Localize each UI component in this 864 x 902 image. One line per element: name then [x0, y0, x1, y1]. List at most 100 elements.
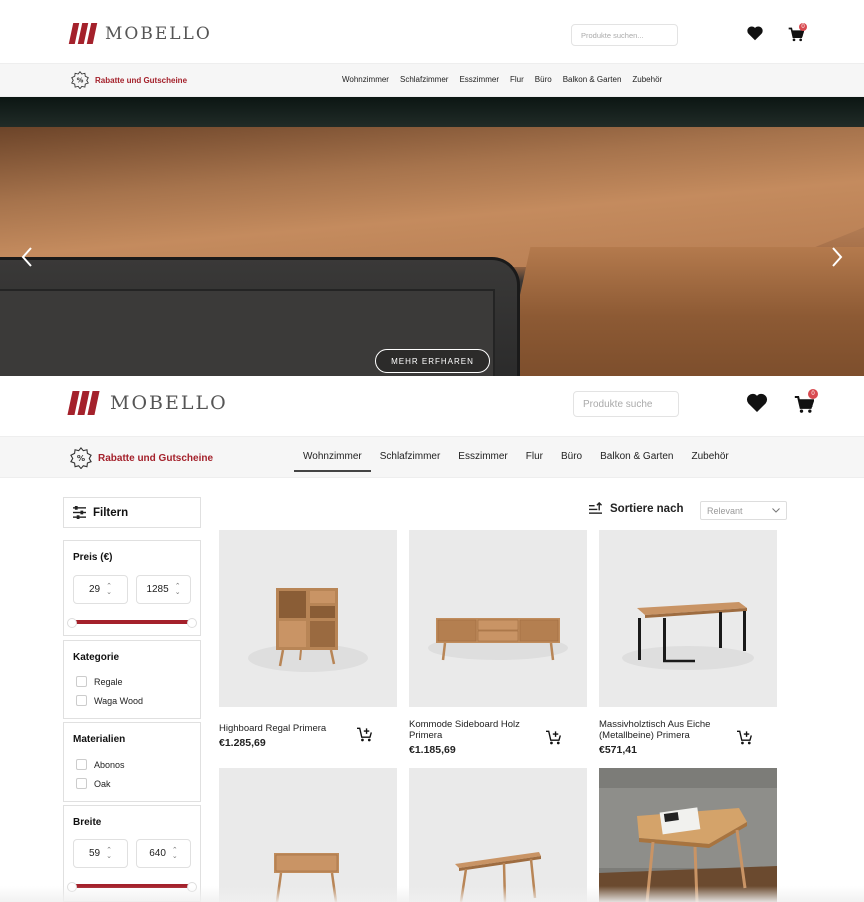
filter-sliders-icon	[73, 506, 86, 519]
product-name[interactable]: Massivholztisch Aus Eiche (Metallbeine) …	[599, 719, 724, 741]
nav-item-balkon-garten[interactable]: Balkon & Garten	[591, 451, 682, 472]
price-filter-label: Preis (€)	[73, 552, 113, 563]
add-to-cart-button[interactable]	[736, 730, 754, 746]
brand-logo-main[interactable]: MOBELLO	[67, 391, 228, 415]
sideboard-illustration	[428, 618, 568, 661]
price-filter: Preis (€) 29 ⌃ ⌄ 1285 ⌃ ⌄	[63, 540, 201, 636]
stepper-icon[interactable]: ⌃ ⌄	[175, 583, 181, 596]
product-image[interactable]	[599, 530, 777, 707]
nav-item-flur[interactable]: Flur	[517, 451, 552, 472]
nav-item-flur[interactable]: Flur	[510, 75, 524, 84]
svg-text:%: %	[77, 77, 84, 85]
price-range-slider[interactable]	[67, 618, 197, 628]
width-min-input[interactable]: 59 ⌃ ⌄	[73, 839, 128, 868]
product-image[interactable]	[409, 530, 587, 707]
category-option-waga-wood[interactable]: Waga Wood	[76, 695, 143, 706]
nav-item-buero[interactable]: Büro	[535, 75, 552, 84]
width-filter-label: Breite	[73, 817, 102, 828]
product-price: €571,41	[599, 744, 637, 756]
cart-count-badge-main: 0	[808, 389, 818, 399]
width-max-value: 640	[149, 848, 166, 859]
brand-name-main: MOBELLO	[110, 392, 228, 414]
product-name[interactable]: Highboard Regal Primera	[219, 723, 349, 734]
top-navbar: % Rabatte und Gutscheine Wohnzimmer Schl…	[0, 63, 864, 97]
product-image[interactable]	[599, 768, 777, 902]
stepper-icon[interactable]: ⌃ ⌄	[106, 583, 112, 596]
price-min-input[interactable]: 29 ⌃ ⌄	[73, 575, 128, 604]
heart-icon	[746, 393, 768, 412]
nav-item-esszimmer[interactable]: Esszimmer	[459, 75, 499, 84]
stepper-icon[interactable]: ⌃ ⌄	[106, 847, 112, 860]
materials-filter: Materialien Abonos Oak	[63, 722, 201, 802]
sort-label: Sortiere nach	[588, 502, 684, 515]
filter-header[interactable]: Filtern	[63, 497, 201, 528]
brand-logo[interactable]: MOBELLO	[68, 23, 212, 44]
desk-illustration	[622, 602, 754, 670]
stepper-icon[interactable]: ⌃ ⌄	[172, 847, 178, 860]
top-nav-links: Wohnzimmer Schlafzimmer Esszimmer Flur B…	[342, 75, 662, 84]
wishlist-button[interactable]	[745, 24, 765, 42]
chevron-right-icon	[832, 247, 843, 267]
hero-wood-side	[500, 247, 864, 376]
nav-item-buero[interactable]: Büro	[552, 451, 591, 472]
product-image[interactable]	[219, 768, 397, 902]
checkbox[interactable]	[76, 759, 87, 770]
promo-link-main[interactable]: % Rabatte und Gutscheine	[70, 447, 213, 469]
nav-item-esszimmer[interactable]: Esszimmer	[449, 451, 516, 472]
svg-text:%: %	[77, 453, 85, 463]
cart-button[interactable]: 0	[787, 23, 807, 43]
cart-button-main[interactable]: 0	[793, 389, 818, 414]
category-option-regale[interactable]: Regale	[76, 676, 123, 687]
add-to-cart-button[interactable]	[356, 727, 374, 743]
chevron-down-icon	[772, 508, 780, 513]
product-name[interactable]: Kommode Sideboard Holz Primera	[409, 719, 539, 741]
search-input-main[interactable]: Produkte suche	[573, 391, 679, 417]
promo-link[interactable]: % Rabatte und Gutscheine	[71, 71, 187, 89]
add-to-cart-button[interactable]	[545, 730, 563, 746]
nav-item-wohnzimmer[interactable]: Wohnzimmer	[342, 75, 389, 84]
product-price: €1.185,69	[409, 744, 456, 756]
brand-name: MOBELLO	[105, 23, 212, 44]
price-min-value: 29	[89, 584, 101, 595]
checkbox[interactable]	[76, 695, 87, 706]
wishlist-button-main[interactable]	[744, 391, 770, 413]
hero-banner: MEHR ERFHAREN	[0, 97, 864, 376]
width-min-value: 59	[89, 848, 101, 859]
category-option-label: Regale	[94, 676, 123, 687]
checkbox[interactable]	[76, 778, 87, 789]
discount-badge-icon: %	[71, 71, 89, 89]
product-price: €1.285,69	[219, 737, 266, 749]
nav-item-schlafzimmer[interactable]: Schlafzimmer	[371, 451, 450, 472]
chevron-left-icon	[21, 247, 32, 267]
nav-item-schlafzimmer[interactable]: Schlafzimmer	[400, 75, 448, 84]
search-placeholder: Produkte suchen...	[581, 30, 644, 40]
price-max-value: 1285	[146, 584, 169, 595]
promo-label-main: Rabatte und Gutscheine	[98, 452, 214, 464]
main-navbar: % Rabatte und Gutscheine Wohnzimmer Schl…	[0, 436, 864, 478]
nav-item-wohnzimmer-active[interactable]: Wohnzimmer	[294, 451, 371, 472]
hero-prev-button[interactable]	[20, 245, 34, 275]
heart-icon	[747, 26, 763, 41]
cart-plus-icon	[737, 730, 752, 745]
material-option-label: Abonos	[94, 759, 125, 770]
sort-selected-value: Relevant	[707, 505, 743, 516]
cart-plus-icon	[357, 727, 372, 742]
cart-plus-icon	[546, 730, 561, 745]
category-option-label: Waga Wood	[94, 695, 144, 706]
nav-item-zubehoer[interactable]: Zubehör	[632, 75, 662, 84]
promo-label: Rabatte und Gutscheine	[95, 75, 188, 85]
search-input[interactable]: Produkte suchen...	[571, 24, 678, 46]
product-image[interactable]	[219, 530, 397, 707]
checkbox[interactable]	[76, 676, 87, 687]
sort-select[interactable]: Relevant	[700, 501, 787, 520]
hero-cta-button[interactable]: MEHR ERFHAREN	[375, 349, 490, 373]
product-image[interactable]	[409, 768, 587, 902]
hero-next-button[interactable]	[830, 245, 844, 275]
nav-item-zubehoer[interactable]: Zubehör	[682, 451, 737, 472]
sort-label-text: Sortiere nach	[610, 502, 684, 515]
price-max-input[interactable]: 1285 ⌃ ⌄	[136, 575, 191, 604]
material-option-oak[interactable]: Oak	[76, 778, 111, 789]
nav-item-balkon-garten[interactable]: Balkon & Garten	[563, 75, 622, 84]
width-max-input[interactable]: 640 ⌃ ⌄	[136, 839, 191, 868]
material-option-abonos[interactable]: Abonos	[76, 759, 125, 770]
